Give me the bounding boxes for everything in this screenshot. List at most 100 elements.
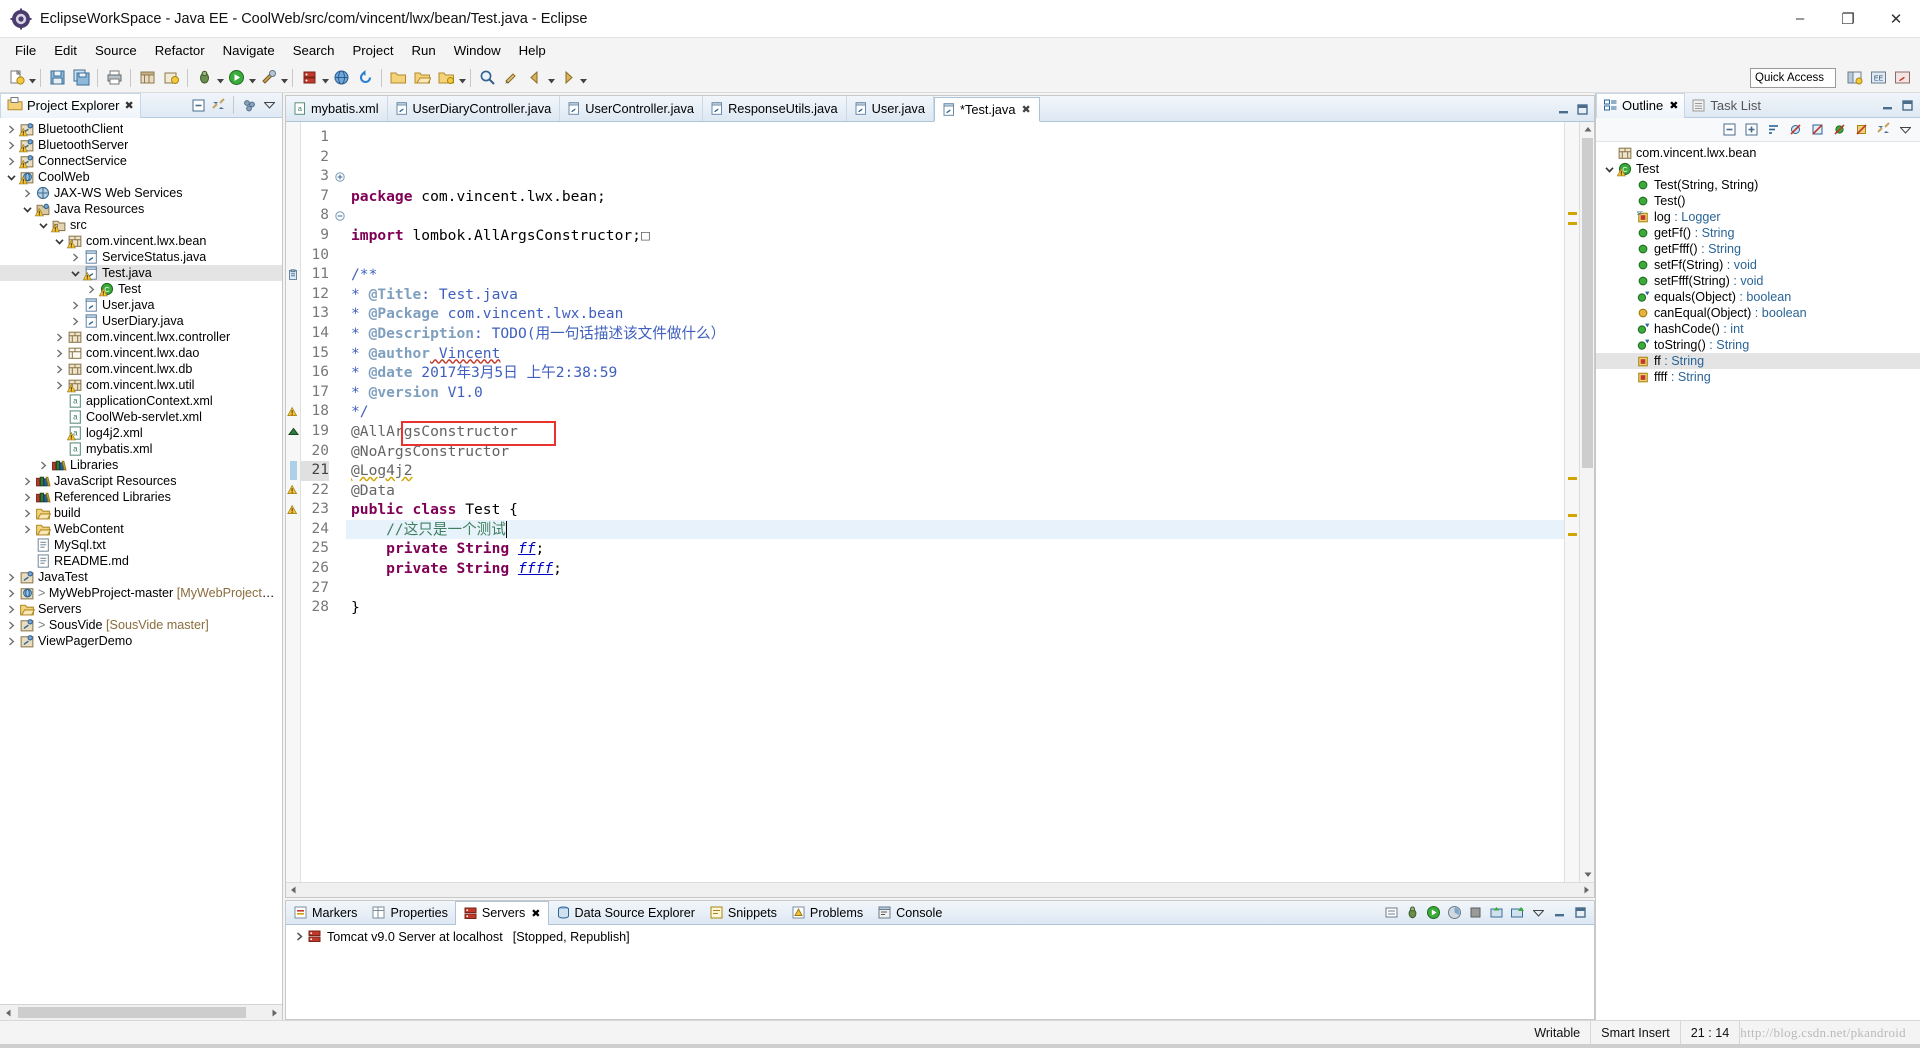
- chevron-right-icon[interactable]: [20, 505, 34, 521]
- stop-server-icon[interactable]: [1466, 904, 1484, 922]
- code-line[interactable]: [346, 637, 1564, 657]
- tree-item[interactable]: a CoolWeb-servlet.xml: [0, 409, 282, 425]
- java-perspective-icon[interactable]: [1891, 67, 1913, 89]
- code-line[interactable]: @Data: [346, 481, 1564, 501]
- new-wizard-dropdown-icon[interactable]: [28, 67, 36, 89]
- view-menu-icon[interactable]: [1529, 904, 1547, 922]
- editor-tabbar[interactable]: a mybatis.xml UserDiaryController.java User…: [286, 96, 1594, 122]
- publish-icon[interactable]: [1487, 904, 1505, 922]
- tree-item[interactable]: com.vincent.lwx.db: [0, 361, 282, 377]
- back-nav-icon[interactable]: [524, 67, 546, 89]
- code-line[interactable]: /**: [346, 265, 1564, 285]
- outline-item[interactable]: getFf() : String: [1596, 225, 1920, 241]
- outline-item[interactable]: setFfff(String) : void: [1596, 273, 1920, 289]
- chevron-right-icon[interactable]: [20, 473, 34, 489]
- server-dropdown-icon[interactable]: [321, 67, 329, 89]
- bottom-tab[interactable]: Servers ✖: [454, 900, 549, 925]
- project-explorer-tree[interactable]: BluetoothClient BluetoothServer ConnectSer…: [0, 118, 282, 1004]
- menu-source[interactable]: Source: [86, 40, 146, 61]
- outline-item[interactable]: ff : String: [1596, 353, 1920, 369]
- menu-help[interactable]: Help: [510, 40, 555, 61]
- code-line[interactable]: private String ff;: [346, 539, 1564, 559]
- chevron-right-icon[interactable]: [36, 457, 50, 473]
- editor-tab[interactable]: User.java: [847, 96, 934, 121]
- chevron-right-icon[interactable]: [4, 153, 18, 169]
- debug-server-icon[interactable]: [1403, 904, 1421, 922]
- editor-tab[interactable]: *Test.java ✖: [933, 97, 1040, 122]
- tree-item[interactable]: JavaTest: [0, 569, 282, 585]
- chevron-right-icon[interactable]: [20, 489, 34, 505]
- tree-item[interactable]: Referenced Libraries: [0, 489, 282, 505]
- last-edit-location-icon[interactable]: [500, 67, 522, 89]
- expand-all-icon[interactable]: [1742, 120, 1761, 139]
- chevron-right-icon[interactable]: [4, 569, 18, 585]
- menu-project[interactable]: Project: [343, 40, 402, 61]
- link-with-editor-icon[interactable]: [209, 96, 227, 114]
- tree-item[interactable]: Servers: [0, 601, 282, 617]
- folding-ruler[interactable]: [333, 122, 346, 882]
- code-line[interactable]: * @Title: Test.java: [346, 285, 1564, 305]
- close-icon[interactable]: ✖: [1021, 103, 1030, 116]
- javaee-perspective-icon[interactable]: EE: [1867, 67, 1889, 89]
- scroll-left-icon[interactable]: [0, 1005, 16, 1020]
- overview-mark[interactable]: [1568, 477, 1577, 480]
- chevron-right-icon[interactable]: [84, 281, 98, 297]
- debug-dropdown-icon[interactable]: [216, 67, 224, 89]
- start-server-icon[interactable]: [1424, 904, 1442, 922]
- overview-ruler[interactable]: [1564, 122, 1579, 882]
- tree-item[interactable]: CoolWeb: [0, 169, 282, 185]
- tree-item[interactable]: JAX-WS Web Services: [0, 185, 282, 201]
- code-line[interactable]: */: [346, 402, 1564, 422]
- tree-item[interactable]: BluetoothServer: [0, 137, 282, 153]
- search-icon[interactable]: [476, 67, 498, 89]
- source-editor[interactable]: 1 2 3 7 8 9 10 11 12 13 14 15 16 17 18 19 20 21 22 23 24 25 26…: [286, 122, 1594, 882]
- tree-item[interactable]: build: [0, 505, 282, 521]
- code-line[interactable]: //这只是一个测试: [346, 519, 1564, 540]
- menu-file[interactable]: File: [6, 40, 45, 61]
- chevron-right-icon[interactable]: [52, 329, 66, 345]
- overview-mark[interactable]: [1568, 212, 1577, 215]
- menu-refactor[interactable]: Refactor: [146, 40, 214, 61]
- minimize-view-icon[interactable]: [1878, 96, 1896, 114]
- code-line[interactable]: [346, 618, 1564, 638]
- scroll-up-icon[interactable]: [1580, 122, 1595, 137]
- hscroll-thumb[interactable]: [18, 1007, 246, 1018]
- server-row[interactable]: Tomcat v9.0 Server at localhost [Stopped…: [286, 928, 1594, 945]
- tree-item[interactable]: Libraries: [0, 457, 282, 473]
- chevron-down-icon[interactable]: [260, 96, 278, 114]
- sort-icon[interactable]: [1764, 120, 1783, 139]
- new-file-icon[interactable]: [435, 67, 457, 89]
- code-line[interactable]: * @Package com.vincent.lwx.bean: [346, 304, 1564, 324]
- outline-item[interactable]: SF log : Logger: [1596, 209, 1920, 225]
- tree-item[interactable]: src: [0, 217, 282, 233]
- forward-nav-icon[interactable]: [556, 67, 578, 89]
- code-line[interactable]: [346, 657, 1564, 677]
- close-icon[interactable]: ✖: [124, 99, 133, 112]
- tree-item[interactable]: Test.java: [0, 265, 282, 281]
- bottom-tab[interactable]: Data Source Explorer: [549, 901, 702, 925]
- outline-item[interactable]: toString() : String: [1596, 337, 1920, 353]
- code-text-area[interactable]: package com.vincent.lwx.bean; import lomb…: [346, 122, 1564, 882]
- scroll-right-icon[interactable]: [1579, 883, 1594, 897]
- tree-item[interactable]: Java Resources: [0, 201, 282, 217]
- chevron-down-icon[interactable]: [20, 201, 34, 217]
- code-line[interactable]: * @Description: TODO(用一句话描述该文件做什么）: [346, 324, 1564, 344]
- annotation-ruler[interactable]: [286, 122, 301, 882]
- outline-item[interactable]: equals(Object) : boolean: [1596, 289, 1920, 305]
- external-tools-dropdown-icon[interactable]: [280, 67, 288, 89]
- run-icon[interactable]: [225, 67, 247, 89]
- bottom-tab[interactable]: Console: [870, 901, 949, 925]
- new-java-project-icon[interactable]: [160, 67, 182, 89]
- code-line[interactable]: public class Test {: [346, 500, 1564, 520]
- outline-item[interactable]: hashCode() : int: [1596, 321, 1920, 337]
- chevron-right-icon[interactable]: [52, 377, 66, 393]
- tree-item[interactable]: a log4j2.xml: [0, 425, 282, 441]
- code-line[interactable]: }: [346, 598, 1564, 618]
- new-server-icon[interactable]: [298, 67, 320, 89]
- back-dropdown-icon[interactable]: [547, 67, 555, 89]
- chevron-down-icon[interactable]: [1896, 120, 1915, 139]
- overview-mark[interactable]: [1568, 514, 1577, 517]
- overview-mark[interactable]: [1568, 533, 1577, 536]
- chevron-right-icon[interactable]: [52, 361, 66, 377]
- forward-dropdown-icon[interactable]: [579, 67, 587, 89]
